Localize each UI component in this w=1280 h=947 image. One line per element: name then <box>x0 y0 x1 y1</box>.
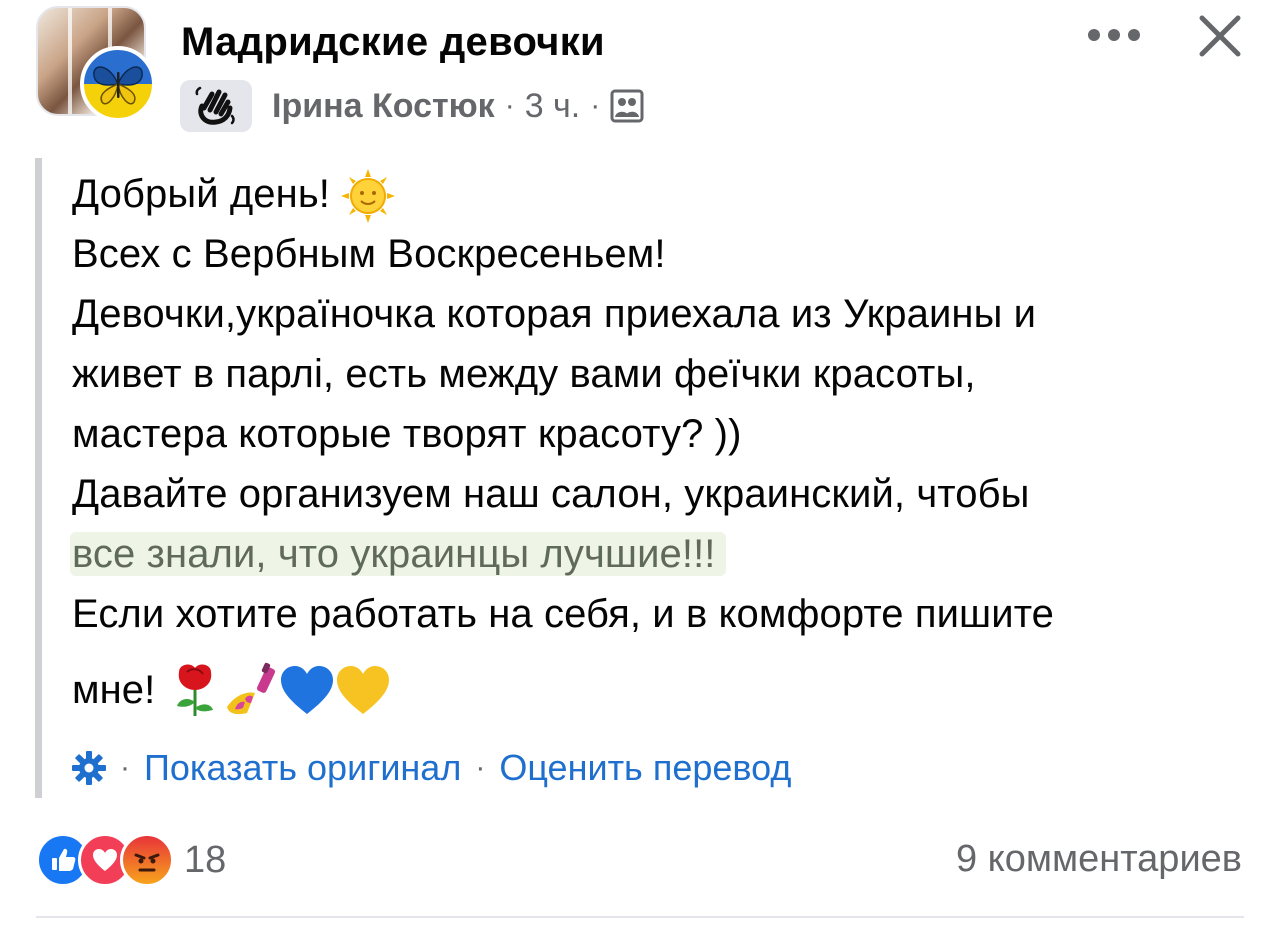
highlighted-text: все знали, что украинцы лучшие!!! <box>70 532 726 576</box>
rate-translation-link[interactable]: Оценить перевод <box>499 747 791 789</box>
butterfly-flag-icon <box>93 66 143 105</box>
group-name[interactable]: Мадридские девочки <box>181 20 605 65</box>
post-line: Добрый день! <box>72 164 1242 224</box>
translation-links: · Показать оригинал · Оценить перевод <box>72 744 791 792</box>
sun-face-icon <box>341 169 396 224</box>
show-original-link[interactable]: Показать оригинал <box>144 747 461 789</box>
group-members-icon <box>610 89 644 123</box>
post-time[interactable]: 3 ч. <box>525 87 581 126</box>
nail-polish-icon <box>227 662 276 715</box>
waving-hand-icon <box>195 86 235 125</box>
post-line: живет в парлі, есть между вами феїчки кр… <box>72 352 976 396</box>
post-line: Всех с Вербным Воскресеньем! <box>72 232 666 276</box>
post-line: Девочки,україночка которая приехала из У… <box>72 292 1037 336</box>
meta-separator: · <box>590 89 601 122</box>
post-text: Добрый день! Всех с Вербным Воскресеньем… <box>70 164 1242 736</box>
author-name[interactable]: Ірина Костюк <box>272 87 495 126</box>
translation-quote-bar <box>35 158 42 798</box>
link-separator: · <box>120 751 130 784</box>
post-line: Если хотите работать на себя, и в комфор… <box>72 592 1055 636</box>
close-icon[interactable] <box>1196 12 1244 60</box>
yellow-heart-icon <box>337 666 390 714</box>
rose-icon <box>177 664 214 716</box>
reaction-count[interactable]: 18 <box>184 839 226 882</box>
avatar[interactable] <box>80 46 156 122</box>
post-line: мне! <box>72 644 1242 736</box>
post-line: мастера которые творят красоту? )) <box>72 412 742 456</box>
post-card: Мадридские девочки Ірина Костюк · 3 ч. ·… <box>0 0 1280 947</box>
member-badge[interactable] <box>180 80 252 132</box>
post-meta: Ірина Костюк · 3 ч. · <box>272 82 644 130</box>
post-line-highlighted: все знали, что украинцы лучшие!!! <box>70 524 1242 584</box>
comments-count[interactable]: 9 комментариев <box>956 838 1242 881</box>
angry-reaction-icon <box>120 833 174 887</box>
avatar-stack[interactable] <box>36 6 156 126</box>
divider <box>36 916 1244 918</box>
more-icon[interactable] <box>1086 22 1142 48</box>
blue-heart-icon <box>281 666 334 714</box>
link-separator: · <box>475 751 486 784</box>
post-line: Давайте организуем наш салон, украинский… <box>72 472 1030 516</box>
gear-icon[interactable] <box>72 751 106 785</box>
reactions-summary[interactable]: 18 <box>36 833 226 887</box>
meta-separator: · <box>504 89 515 122</box>
